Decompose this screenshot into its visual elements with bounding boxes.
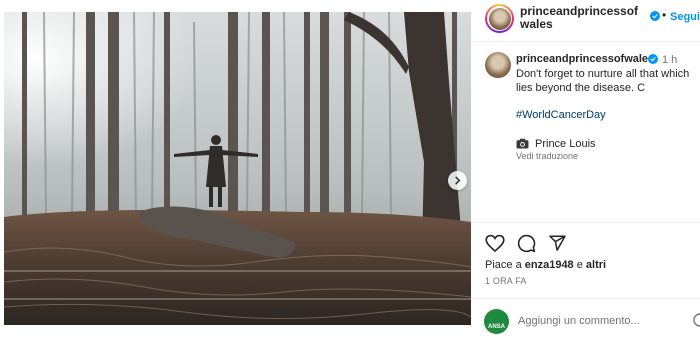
post-header: princeandprincessofwales • Segui (473, 0, 700, 42)
likes-line: Piace a enza1948 e altri (485, 259, 607, 271)
header-username[interactable]: princeandprincessofwales (520, 5, 640, 31)
chevron-right-icon (455, 176, 461, 185)
caption-username[interactable]: princeandprincessofwales (516, 53, 654, 65)
post-sidebar: princeandprincessofwales • Segui princea… (473, 0, 700, 342)
see-translation-link[interactable]: Vedi traduzione (516, 151, 578, 161)
liker-username[interactable]: enza1948 (525, 259, 574, 271)
share-button[interactable] (548, 234, 567, 252)
action-bar (485, 232, 567, 254)
caption-credit: Prince Louis (535, 138, 596, 150)
comment-input[interactable] (518, 313, 678, 329)
caption-time: 1 h (662, 54, 678, 66)
camera-icon (516, 138, 529, 149)
verified-badge-icon (648, 54, 658, 64)
forest-photo (4, 12, 471, 325)
caption-avatar[interactable] (485, 52, 511, 78)
verified-badge-icon (650, 11, 660, 21)
likes-others-link[interactable]: altri (586, 259, 606, 271)
hashtag-link[interactable]: #WorldCancerDay (516, 109, 606, 121)
follow-button[interactable]: Segui (670, 11, 700, 23)
send-icon (549, 235, 566, 251)
heart-icon (485, 234, 505, 252)
post-timestamp: 1 ORA FA (485, 276, 527, 286)
divider (473, 298, 700, 299)
like-button[interactable] (485, 234, 505, 253)
post-photo (4, 12, 471, 325)
caption-text: Don't forget to nurture all that which l… (516, 68, 690, 94)
divider (473, 222, 700, 223)
avatar (488, 7, 511, 30)
commenter-avatar: ANSA (484, 309, 509, 334)
comment-button[interactable] (517, 234, 536, 253)
emoji-icon[interactable] (691, 312, 700, 328)
next-photo-button[interactable] (448, 171, 467, 190)
separator: • (662, 8, 667, 22)
comment-icon (517, 234, 536, 252)
story-avatar[interactable] (485, 4, 514, 33)
